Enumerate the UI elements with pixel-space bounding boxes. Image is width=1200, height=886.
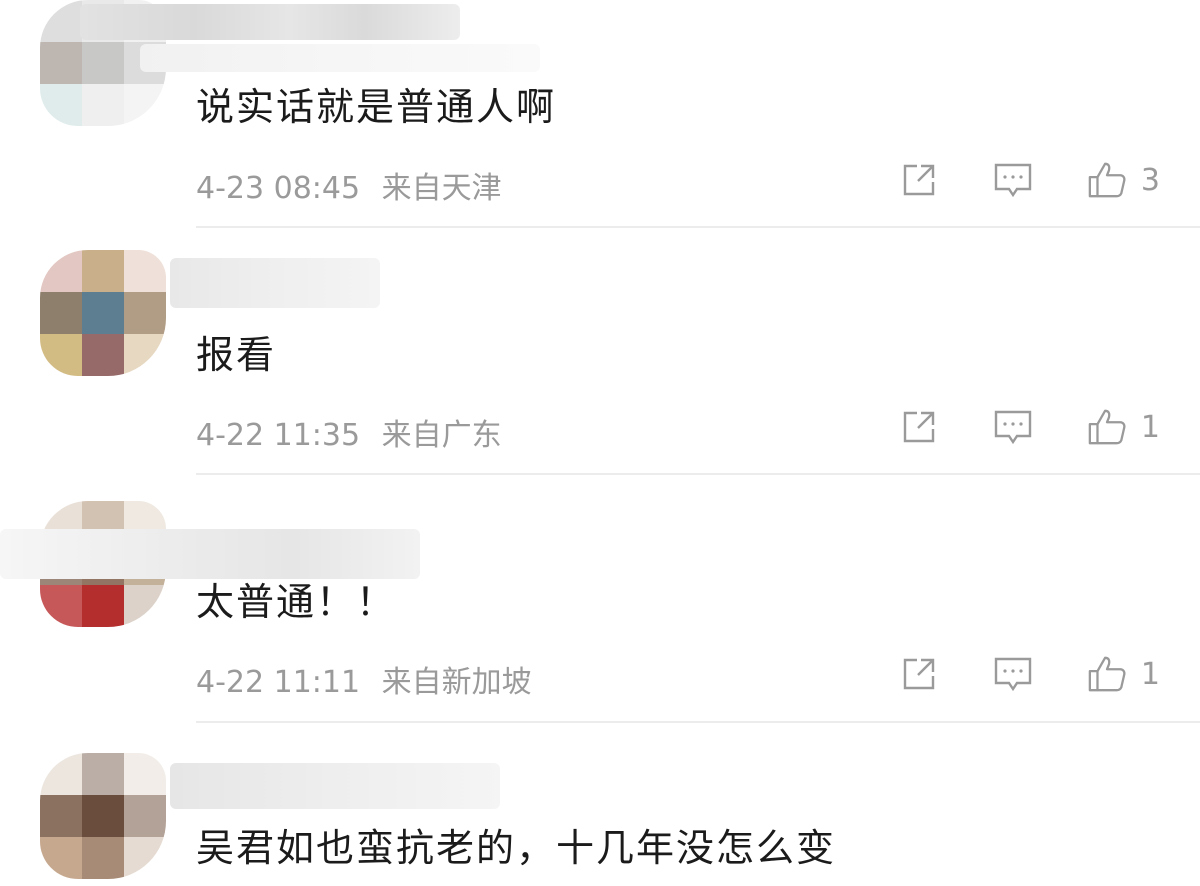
comment-actions: 3 [845, 160, 1160, 200]
username-pixelated [140, 44, 540, 72]
comment-meta: 4-22 11:35 来自广东 [196, 410, 502, 454]
like-button[interactable] [1087, 160, 1127, 200]
reply-button[interactable] [993, 654, 1033, 694]
share-icon [903, 411, 935, 443]
username-pixelated[interactable] [80, 4, 460, 40]
username-pixelated [170, 763, 500, 809]
reply-button[interactable] [993, 160, 1033, 200]
thumbs-up-icon [1088, 656, 1126, 692]
avatar[interactable] [40, 753, 166, 879]
comment-location: 来自天津 [381, 171, 502, 206]
comment-item[interactable]: 太普通！！ 4-22 11:11 来自新加坡 1 [0, 475, 1200, 723]
comment-meta: 4-22 11:11 来自新加坡 [196, 657, 532, 701]
like-count: 3 [1140, 162, 1160, 198]
comment-icon [994, 410, 1032, 445]
comment-text: 太普通！！ [196, 580, 397, 624]
comment-location: 来自新加坡 [381, 665, 532, 700]
comment-text: 报看 [196, 333, 277, 377]
avatar[interactable] [40, 250, 166, 376]
comment-item[interactable]: 报看 4-22 11:35 来自广东 1 [0, 228, 1200, 475]
share-icon [903, 164, 935, 196]
comment-actions: 1 [845, 407, 1160, 447]
share-button[interactable] [899, 160, 939, 200]
comment-actions: 1 [845, 654, 1160, 694]
comment-location: 来自广东 [381, 418, 502, 453]
comment-time: 4-22 11:11 [196, 665, 361, 700]
like-button[interactable] [1087, 407, 1127, 447]
comment-text: 说实话就是普通人啊 [196, 85, 557, 129]
like-button[interactable] [1087, 654, 1127, 694]
like-count: 1 [1140, 656, 1160, 692]
share-button[interactable] [899, 654, 939, 694]
thumbs-up-icon [1088, 162, 1126, 198]
comment-time: 4-22 11:35 [196, 418, 361, 453]
like-count: 1 [1140, 409, 1160, 445]
comment-item[interactable]: 说实话就是普通人啊 4-23 08:45 来自天津 3 [0, 0, 1200, 228]
comment-time: 4-23 08:45 [196, 171, 361, 206]
reply-button[interactable] [993, 407, 1033, 447]
comment-icon [994, 163, 1032, 198]
share-button[interactable] [899, 407, 939, 447]
comment-item[interactable]: 吴君如也蛮抗老的，十几年没怎么变 [0, 723, 1200, 886]
comment-meta: 4-23 08:45 来自天津 [196, 163, 502, 207]
share-icon [903, 658, 935, 690]
comment-text: 吴君如也蛮抗老的，十几年没怎么变 [196, 826, 837, 870]
username-pixelated [170, 258, 380, 308]
comment-icon [994, 657, 1032, 692]
thumbs-up-icon [1088, 409, 1126, 445]
